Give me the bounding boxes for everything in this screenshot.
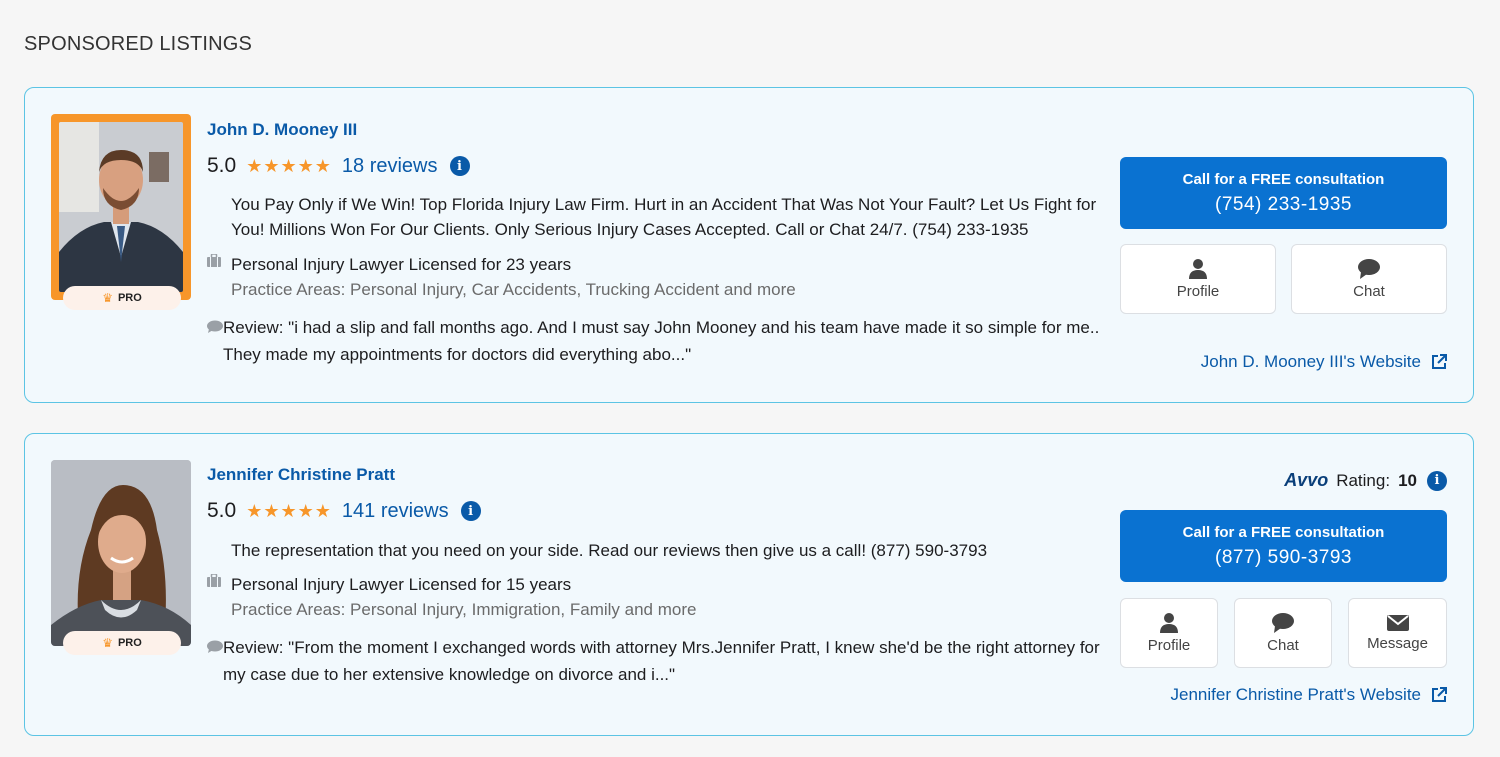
section-title: SPONSORED LISTINGS [24,33,253,55]
info-icon[interactable]: i [460,501,481,521]
envelope-icon [1386,614,1409,631]
listing-card: ♛ PRO John D. Mooney III 5.0 ★★★★★ 18 re… [24,87,1474,403]
listing-description: You Pay Only if We Win! Top Florida Inju… [231,195,1097,239]
briefcase-icon [207,252,231,302]
lawyer-name[interactable]: Jennifer Christine Pratt [207,465,395,485]
free-consultation-call-button[interactable]: Call for a FREE consultation (877) 590-3… [1120,510,1447,582]
phone-number: (877) 590-3793 [1215,546,1352,568]
listing-description: The representation that you need on your… [231,541,988,560]
chat-button[interactable]: Chat [1234,598,1332,668]
chat-button[interactable]: Chat [1291,244,1447,314]
briefcase-icon [207,572,231,622]
license-block: Personal Injury Lawyer Licensed for 23 y… [207,252,796,302]
avvo-rating: Avvo Rating: 10 i [1284,470,1447,491]
rating-score: 5.0 [207,154,237,177]
external-link-icon [1432,687,1447,702]
website-link[interactable]: Jennifer Christine Pratt's Website [1171,685,1447,705]
phone-number: (754) 233-1935 [1215,193,1352,215]
license-block: Personal Injury Lawyer Licensed for 15 y… [207,572,696,622]
lawyer-photo[interactable] [51,114,191,300]
star-rating-icon: ★★★★★ [246,500,332,521]
license-text: Personal Injury Lawyer Licensed for 15 y… [231,575,572,594]
message-button[interactable]: Message [1348,598,1447,668]
comment-icon [207,314,223,368]
crown-icon: ♛ [102,636,113,650]
profile-button[interactable]: Profile [1120,598,1218,668]
listing-card: ♛ PRO Jennifer Christine Pratt 5.0 ★★★★★… [24,433,1474,736]
rating-row: 5.0 ★★★★★ 18 reviews i [207,154,470,178]
chat-bubble-icon [1272,612,1294,633]
review-block: Review: "i had a slip and fall months ag… [207,314,1107,368]
info-icon[interactable]: i [1427,470,1447,491]
pro-badge: ♛ PRO [63,631,181,655]
lawyer-name[interactable]: John D. Mooney III [207,120,357,140]
profile-button[interactable]: Profile [1120,244,1276,314]
license-text: Personal Injury Lawyer Licensed for 23 y… [231,255,572,274]
free-consultation-call-button[interactable]: Call for a FREE consultation (754) 233-1… [1120,157,1447,229]
external-link-icon [1432,354,1447,369]
practice-areas: Practice Areas: Personal Injury, Car Acc… [231,280,796,299]
pro-badge: ♛ PRO [63,286,181,310]
crown-icon: ♛ [102,291,113,305]
comment-icon [207,634,223,688]
chat-bubble-icon [1358,258,1380,279]
review-excerpt[interactable]: Review: "From the moment I exchanged wor… [223,634,1107,688]
reviews-link[interactable]: 141 reviews [342,500,449,523]
avvo-rating-value: 10 [1398,470,1417,490]
reviews-link[interactable]: 18 reviews [342,155,438,178]
lawyer-photo[interactable] [51,460,191,646]
practice-areas: Practice Areas: Personal Injury, Immigra… [231,600,697,619]
person-icon [1160,612,1178,633]
info-icon[interactable]: i [449,156,470,176]
website-link[interactable]: John D. Mooney III's Website [1201,352,1447,372]
review-excerpt[interactable]: Review: "i had a slip and fall months ag… [223,314,1107,368]
avvo-logo: Avvo [1284,470,1329,490]
rating-score: 5.0 [207,499,237,522]
review-block: Review: "From the moment I exchanged wor… [207,634,1107,688]
rating-row: 5.0 ★★★★★ 141 reviews i [207,499,481,523]
star-rating-icon: ★★★★★ [246,155,332,176]
person-icon [1189,258,1207,279]
